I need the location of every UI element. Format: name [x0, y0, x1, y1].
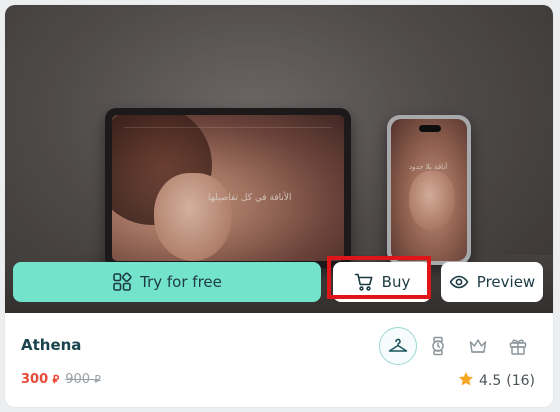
star-icon	[458, 371, 474, 391]
crown-icon[interactable]	[459, 327, 497, 365]
gift-icon[interactable]	[499, 327, 537, 365]
review-count: (16)	[506, 373, 535, 389]
currency-symbol: ⃁	[94, 373, 101, 386]
category-icons	[379, 327, 537, 365]
hanger-icon[interactable]	[379, 327, 417, 365]
grid-icon	[112, 272, 132, 292]
original-price: 900 ⃁	[65, 372, 101, 387]
try-for-free-button[interactable]: Try for free	[13, 262, 321, 302]
original-price-value: 900	[65, 372, 91, 387]
watch-icon[interactable]	[419, 327, 457, 365]
current-price-value: 300	[21, 372, 49, 387]
theme-title[interactable]: Athena	[21, 336, 81, 354]
price-block: 300 ⃁ 900 ⃁	[21, 372, 101, 387]
buy-button[interactable]: Buy	[333, 262, 431, 302]
current-price: 300 ⃁	[21, 372, 59, 387]
currency-symbol: ⃁	[52, 373, 60, 386]
buy-label: Buy	[381, 273, 411, 291]
eye-icon	[449, 272, 469, 292]
rating: 4.5 (16)	[458, 371, 535, 391]
preview-label: Preview	[476, 273, 536, 291]
preview-button[interactable]: Preview	[441, 262, 543, 302]
cart-icon	[354, 272, 374, 292]
try-for-free-label: Try for free	[140, 273, 222, 291]
theme-card: الأناقة في كل تفاصيلها أناقة بلا حدود Tr…	[5, 5, 553, 407]
rating-value: 4.5	[478, 373, 502, 389]
